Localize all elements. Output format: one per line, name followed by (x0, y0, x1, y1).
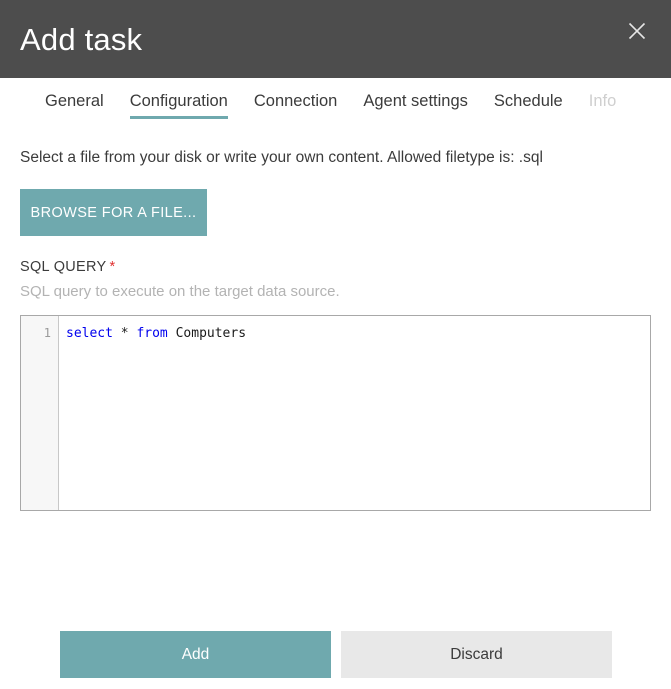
dialog-header: Add task (0, 0, 671, 78)
code-token-identifier-computers: Computers (167, 326, 247, 342)
editor-code-area[interactable]: select * from Computers (59, 316, 650, 510)
dialog-content: Select a file from your disk or write yo… (0, 148, 671, 512)
discard-button[interactable]: Discard (341, 631, 612, 678)
sql-query-label: SQL QUERY * (20, 259, 651, 275)
tab-info-label: Info (588, 92, 617, 110)
discard-button-label: Discard (450, 645, 503, 663)
tab-schedule[interactable]: Schedule (481, 78, 576, 112)
add-button[interactable]: Add (60, 631, 331, 678)
add-button-label: Add (181, 645, 210, 663)
tab-schedule-label: Schedule (493, 92, 563, 110)
close-icon (628, 22, 646, 40)
tab-general-label: General (45, 92, 104, 110)
dialog-title: Add task (20, 21, 143, 57)
intro-text: Select a file from your disk or write yo… (20, 149, 543, 166)
browse-for-a-file-button[interactable]: BROWSE FOR A FILE... (20, 189, 207, 237)
tab-general[interactable]: General (32, 78, 117, 112)
tab-connection[interactable]: Connection (241, 78, 350, 112)
tab-connection-label: Connection (253, 92, 338, 110)
tab-agent-settings[interactable]: Agent settings (350, 78, 481, 112)
code-token-keyword-select: select (66, 326, 113, 342)
code-token-keyword-from: from (136, 326, 168, 342)
tab-info: Info (576, 78, 630, 112)
tab-bar: General Configuration Connection Agent s… (0, 78, 671, 126)
editor-gutter: 1 (21, 316, 59, 511)
code-token-star: * (120, 326, 129, 342)
sql-query-editor[interactable]: 1 select * from Computers (20, 315, 651, 512)
code-token-space-1 (113, 326, 121, 341)
tab-agent-settings-label: Agent settings (363, 92, 468, 110)
dialog-footer: Add Discard (0, 620, 671, 689)
sql-query-help-text: SQL query to execute on the target data … (20, 283, 340, 301)
browse-button-label: BROWSE FOR A FILE... (30, 204, 197, 221)
tab-configuration-label: Configuration (129, 92, 228, 110)
sql-query-label-text: SQL QUERY (20, 259, 107, 276)
line-number: 1 (43, 326, 51, 341)
required-indicator: * (109, 259, 116, 276)
tab-configuration[interactable]: Configuration (117, 78, 241, 119)
close-button[interactable] (619, 14, 655, 48)
